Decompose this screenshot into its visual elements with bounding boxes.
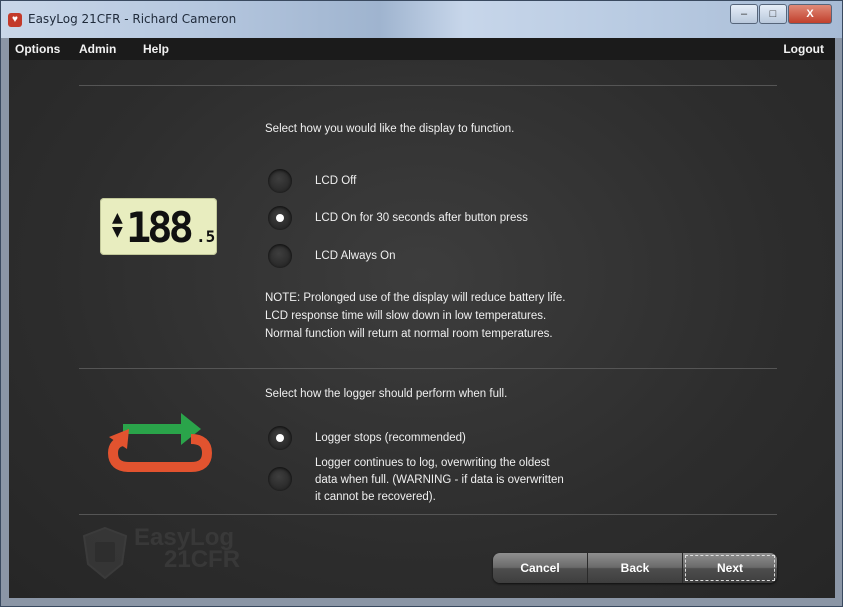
top-divider — [79, 85, 777, 86]
radio-label-logger-stops: Logger stops (recommended) — [315, 432, 466, 444]
menu-admin[interactable]: Admin — [79, 42, 116, 56]
settings-panel: Select how you would like the display to… — [9, 60, 835, 598]
loop-arrow-icon — [107, 413, 213, 472]
close-button[interactable]: X — [788, 4, 832, 24]
display-note-line-1: NOTE: Prolonged use of the display will … — [265, 292, 566, 304]
lcd-digits: 188 — [126, 203, 194, 252]
shield-emblem — [95, 542, 115, 562]
middle-divider — [79, 368, 777, 369]
window-controls: – □ X — [729, 4, 832, 24]
radio-label-logger-overwrite-line-2: data when full. (WARNING - if data is ov… — [315, 474, 564, 486]
menu-help[interactable]: Help — [143, 42, 169, 56]
radio-label-lcd-always-on: LCD Always On — [315, 250, 396, 262]
logo-text-line-2: 21CFR — [164, 546, 241, 573]
shield-icon — [82, 526, 128, 580]
radio-lcd-on-30s[interactable] — [268, 206, 292, 230]
app-icon: ♥ — [8, 13, 22, 27]
radio-logger-stops[interactable] — [268, 426, 292, 450]
lcd-decimal: .5 — [196, 227, 216, 246]
minimize-button[interactable]: – — [730, 4, 758, 24]
next-button[interactable]: Next — [683, 553, 777, 583]
radio-label-lcd-on-30s: LCD On for 30 seconds after button press — [315, 212, 528, 224]
radio-label-logger-overwrite-line-3: it cannot be recovered). — [315, 491, 436, 503]
bottom-divider — [79, 514, 777, 515]
display-note-line-3: Normal function will return at normal ro… — [265, 328, 553, 340]
display-prompt: Select how you would like the display to… — [265, 123, 515, 135]
cancel-button[interactable]: Cancel — [493, 553, 588, 583]
window-title: EasyLog 21CFR - Richard Cameron — [28, 12, 237, 26]
menu-bar: Options Admin Help Logout — [9, 38, 835, 60]
display-note-line-2: LCD response time will slow down in low … — [265, 310, 547, 322]
radio-label-lcd-off: LCD Off — [315, 175, 357, 187]
lcd-arrows: ▲ ▼ — [112, 210, 123, 240]
easylog-logo: EasyLog 21CFR — [82, 524, 262, 584]
radio-lcd-always-on[interactable] — [268, 244, 292, 268]
logout-link[interactable]: Logout — [783, 42, 824, 56]
maximize-button[interactable]: □ — [759, 4, 787, 24]
radio-logger-overwrite[interactable] — [268, 467, 292, 491]
title-bar: ♥ EasyLog 21CFR - Richard Cameron – □ X — [1, 1, 842, 38]
menu-options[interactable]: Options — [15, 42, 60, 56]
back-button[interactable]: Back — [588, 553, 683, 583]
app-window: ♥ EasyLog 21CFR - Richard Cameron – □ X … — [0, 0, 843, 607]
logger-prompt: Select how the logger should perform whe… — [265, 388, 508, 400]
radio-selected-dot — [276, 214, 284, 222]
lcd-display-icon: ▲ ▼ 188 .5 — [100, 198, 217, 255]
radio-lcd-off[interactable] — [268, 169, 292, 193]
wizard-button-group: Cancel Back Next — [493, 553, 777, 583]
radio-label-logger-overwrite-line-1: Logger continues to log, overwriting the… — [315, 457, 550, 469]
radio-selected-dot — [276, 434, 284, 442]
